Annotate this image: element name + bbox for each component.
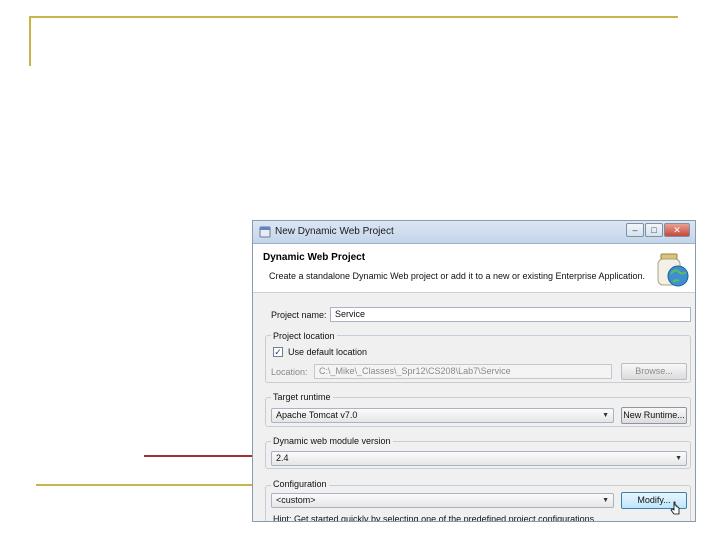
pointer-arrow (144, 455, 262, 457)
configuration-group-label: Configuration (271, 479, 329, 489)
module-version-value: 2.4 (276, 453, 289, 463)
wizard-description: Create a standalone Dynamic Web project … (269, 271, 646, 281)
chevron-down-icon: ▼ (602, 412, 609, 419)
mouse-pointer-icon (670, 501, 680, 515)
project-name-label: Project name: (271, 310, 327, 320)
use-default-location-label: Use default location (288, 347, 368, 357)
chevron-down-icon: ▼ (602, 497, 609, 504)
project-location-group-label: Project location (271, 331, 337, 341)
target-runtime-select[interactable]: Apache Tomcat v7.0 ▼ (271, 408, 614, 423)
browse-button[interactable]: Browse... (621, 363, 687, 380)
configuration-hint: Hint: Get started quickly by selecting o… (273, 514, 597, 522)
wizard-title: Dynamic Web Project (263, 252, 366, 263)
new-project-dialog: New Dynamic Web Project – □ ✕ Dynamic We… (252, 220, 696, 522)
dialog-titlebar[interactable]: New Dynamic Web Project – □ ✕ (253, 221, 695, 244)
eclipse-window-icon (259, 226, 271, 238)
project-name-input[interactable]: Service (330, 307, 691, 322)
chevron-down-icon: ▼ (675, 455, 682, 462)
slide-left-rule (29, 16, 31, 66)
web-project-jar-icon (657, 253, 689, 287)
dialog-title: New Dynamic Web Project (275, 226, 394, 237)
configuration-select[interactable]: <custom> ▼ (271, 493, 614, 508)
slide-bottom-rule (36, 484, 252, 486)
use-default-location-checkbox[interactable]: ✓ (273, 347, 283, 357)
target-runtime-group-label: Target runtime (271, 392, 333, 402)
new-runtime-button[interactable]: New Runtime... (621, 407, 687, 424)
maximize-button[interactable]: □ (645, 223, 663, 237)
location-input[interactable]: C:\_Mike\_Classes\_Spr12\CS208\Lab7\Serv… (314, 364, 612, 379)
module-version-select[interactable]: 2.4 ▼ (271, 451, 687, 466)
slide-top-rule (30, 16, 678, 18)
configuration-value: <custom> (276, 495, 316, 505)
location-label: Location: (271, 367, 308, 377)
wizard-header: Dynamic Web Project Create a standalone … (253, 244, 695, 293)
close-button[interactable]: ✕ (664, 223, 690, 237)
minimize-button[interactable]: – (626, 223, 644, 237)
target-runtime-value: Apache Tomcat v7.0 (276, 410, 358, 420)
module-version-group-label: Dynamic web module version (271, 436, 393, 446)
